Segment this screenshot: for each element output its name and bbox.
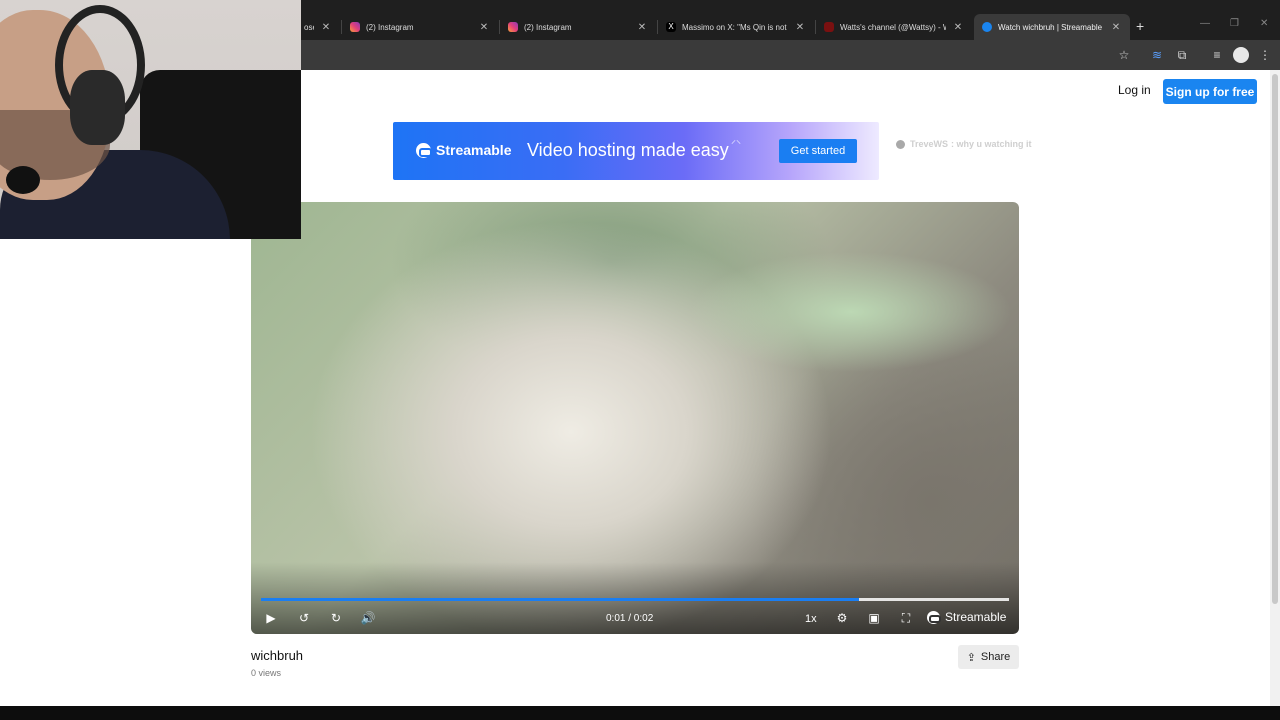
- chat-username: TreveWS: [910, 139, 949, 149]
- minimize-icon[interactable]: —: [1200, 18, 1210, 29]
- pip-icon[interactable]: ▣: [866, 610, 882, 626]
- fullscreen-icon[interactable]: ⛶: [898, 610, 914, 626]
- microphone-icon: [6, 166, 40, 194]
- instagram-icon: [508, 22, 518, 32]
- signup-button[interactable]: Sign up for free: [1163, 79, 1257, 104]
- login-link[interactable]: Log in: [1118, 83, 1151, 97]
- menu-kebab-icon[interactable]: ⋮: [1257, 47, 1273, 63]
- new-tab-button[interactable]: +: [1136, 18, 1144, 34]
- tab-title: Watts's channel (@Wattsy) - W: [840, 22, 946, 32]
- instagram-icon: [350, 22, 360, 32]
- extension-icon[interactable]: ≋: [1149, 47, 1165, 63]
- tab-close-icon[interactable]: ✕: [478, 22, 490, 33]
- progress-fill: [261, 598, 859, 601]
- tab-3[interactable]: X Massimo on X: "Ms Qin is not a ✕: [658, 14, 814, 40]
- tab-title: Massimo on X: "Ms Qin is not a: [682, 22, 788, 32]
- youtube-icon: [824, 22, 834, 32]
- tab-title: (2) Instagram: [524, 22, 572, 32]
- tab-close-icon[interactable]: ✕: [952, 22, 964, 33]
- taskbar-edge: [0, 706, 1280, 720]
- chat-message: : why u watching it: [951, 139, 1032, 149]
- video-title: wichbruh: [251, 648, 304, 663]
- close-window-icon[interactable]: ✕: [1260, 18, 1268, 29]
- view-count: 0 views: [251, 668, 282, 678]
- forward-icon[interactable]: ↻: [328, 610, 344, 626]
- tab-close-icon[interactable]: ✕: [794, 22, 806, 33]
- tab-title: Watch wichbruh | Streamable: [998, 22, 1103, 32]
- tab-1[interactable]: (2) Instagram ✕: [342, 14, 498, 40]
- scrollbar-thumb[interactable]: [1272, 74, 1278, 604]
- playback-speed-button[interactable]: 1x: [805, 613, 817, 625]
- share-label: Share: [980, 651, 1011, 663]
- x-logo-icon: X: [666, 22, 676, 32]
- streamable-logo-icon: [416, 142, 432, 158]
- player-brand: Streamable: [945, 610, 1007, 624]
- webcam-overlay: [0, 0, 301, 239]
- page-scrollbar[interactable]: [1270, 70, 1280, 706]
- get-started-button[interactable]: Get started: [779, 139, 857, 163]
- tab-0[interactable]: ose ✕: [296, 14, 340, 40]
- player-brand-link[interactable]: Streamable: [927, 610, 1006, 624]
- banner-brand: Streamable: [436, 142, 512, 158]
- tab-active[interactable]: Watch wichbruh | Streamable ✕: [974, 14, 1130, 40]
- share-button[interactable]: ⇪ Share: [958, 645, 1019, 669]
- banner-ad[interactable]: Streamable Video hosting made easy ⸝⸜ Ge…: [393, 122, 879, 180]
- video-player[interactable]: ▶ ↺ ↻ 🔊 0:01 / 0:02 1x ⚙ ▣ ⛶ Streamable: [251, 202, 1019, 634]
- extensions-puzzle-icon[interactable]: ⧉: [1174, 47, 1190, 63]
- streamable-logo-icon: [927, 610, 941, 624]
- banner-headline: Video hosting made easy: [527, 140, 729, 160]
- sparkle-icon: ⸝⸜: [731, 135, 741, 146]
- tab-2[interactable]: (2) Instagram ✕: [500, 14, 656, 40]
- share-icon: ⇪: [966, 651, 976, 664]
- tab-close-icon[interactable]: ✕: [320, 22, 332, 33]
- chat-avatar-icon: [896, 139, 905, 149]
- progress-bar[interactable]: [261, 598, 1009, 601]
- tab-4[interactable]: Watts's channel (@Wattsy) - W ✕: [816, 14, 972, 40]
- tab-close-icon[interactable]: ✕: [636, 22, 648, 33]
- banner-logo: Streamable: [416, 142, 511, 158]
- tab-close-icon[interactable]: ✕: [1110, 22, 1122, 33]
- volume-icon[interactable]: 🔊: [360, 610, 376, 626]
- settings-icon[interactable]: ⚙: [834, 610, 850, 626]
- streamable-icon: [982, 22, 992, 32]
- play-icon[interactable]: ▶: [263, 610, 279, 626]
- time-display: 0:01 / 0:02: [606, 613, 654, 624]
- restore-icon[interactable]: ❐: [1230, 18, 1239, 29]
- bookmark-star-icon[interactable]: ☆: [1116, 47, 1132, 63]
- profile-avatar-icon[interactable]: [1233, 47, 1249, 63]
- tab-title: ose: [304, 22, 314, 32]
- stream-chat-overlay: TreveWS : why u watching it: [896, 139, 1032, 149]
- rewind-icon[interactable]: ↺: [296, 610, 312, 626]
- tab-title: (2) Instagram: [366, 22, 414, 32]
- media-control-icon[interactable]: ≡: [1209, 47, 1225, 63]
- headset-earcup: [70, 70, 125, 145]
